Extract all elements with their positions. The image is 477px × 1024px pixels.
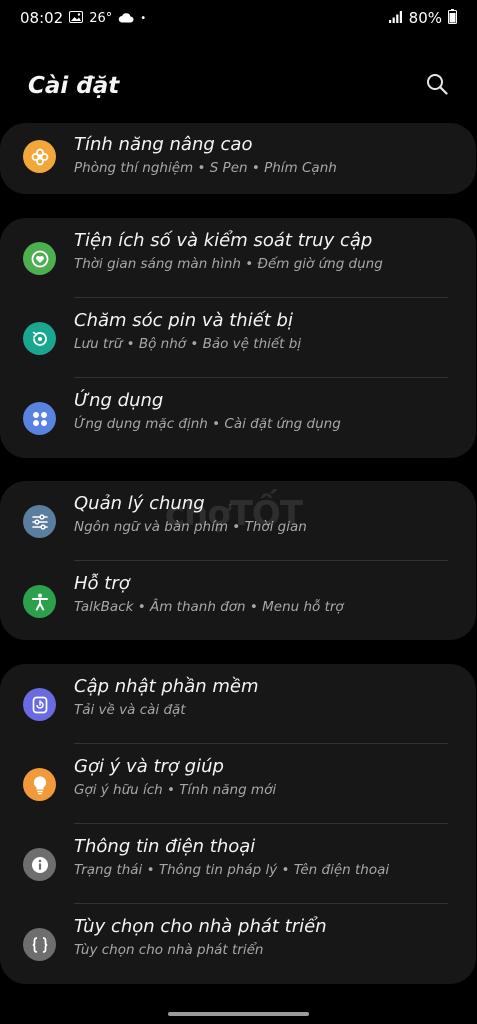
settings-item-tips-help[interactable]: Gợi ý và trợ giúp Gợi ý hữu ích • Tính n… [0,744,476,824]
refresh-icon [23,322,56,355]
signal-icon [388,9,403,27]
home-indicator[interactable] [168,1012,309,1016]
accessibility-icon [23,585,56,618]
settings-item-software-update[interactable]: Cập nhật phần mềm Tải về và cài đặt [0,664,476,744]
item-title: Tùy chọn cho nhà phát triển [74,916,327,937]
item-title: Thông tin điện thoại [74,836,256,857]
item-title: Hỗ trợ [74,573,130,594]
watermark: chợTỐT [165,494,303,534]
battery-percent: 80% [408,9,442,27]
item-title: Tính năng nâng cao [74,134,253,155]
item-subtitle: TalkBack • Âm thanh đơn • Menu hỗ trợ [74,599,344,615]
settings-item-accessibility[interactable]: Hỗ trợ TalkBack • Âm thanh đơn • Menu hỗ… [0,561,476,640]
battery-icon [448,8,457,28]
settings-item-about-phone[interactable]: Thông tin điện thoại Trạng thái • Thông … [0,824,476,904]
settings-item-developer-options[interactable]: Tùy chọn cho nhà phát triển Tùy chọn cho… [0,904,476,984]
item-title: Tiện ích số và kiểm soát truy cập [74,230,373,251]
search-button[interactable] [423,72,451,100]
settings-group-4: Cập nhật phần mềm Tải về và cài đặt Gợi … [0,664,476,984]
item-subtitle: Thời gian sáng màn hình • Đếm giờ ứng dụ… [74,256,383,272]
item-subtitle: Phòng thí nghiệm • S Pen • Phím Cạnh [74,160,337,176]
item-title: Gợi ý và trợ giúp [74,756,224,777]
item-title: Cập nhật phần mềm [74,676,259,697]
header: Cài đặt [0,60,477,112]
item-subtitle: Tùy chọn cho nhà phát triển [74,942,264,958]
temperature: 26° [89,10,113,26]
info-icon [23,848,56,881]
settings-item-advanced-features[interactable]: Tính năng nâng cao Phòng thí nghiệm • S … [0,123,476,194]
item-subtitle: Ứng dụng mặc định • Cài đặt ứng dụng [74,416,341,432]
clock: 08:02 [20,9,64,27]
search-icon [426,73,448,99]
settings-item-apps[interactable]: Ứng dụng Ứng dụng mặc định • Cài đặt ứng… [0,378,476,458]
item-title: Chăm sóc pin và thiết bị [74,310,293,331]
item-subtitle: Trạng thái • Thông tin pháp lý • Tên điệ… [74,862,390,878]
settings-group-2: Tiện ích số và kiểm soát truy cập Thời g… [0,218,476,458]
item-title: Ứng dụng [74,390,164,411]
braces-icon [23,928,56,961]
settings-item-digital-wellbeing[interactable]: Tiện ích số và kiểm soát truy cập Thời g… [0,218,476,298]
notification-dot: • [140,12,147,24]
heart-icon [23,242,56,275]
cloud-icon [118,9,134,27]
lightbulb-icon [23,768,56,801]
item-subtitle: Tải về và cài đặt [74,702,186,718]
update-icon [23,688,56,721]
settings-item-battery-device-care[interactable]: Chăm sóc pin và thiết bị Lưu trữ • Bộ nh… [0,298,476,378]
sliders-icon [23,505,56,538]
page-title: Cài đặt [28,73,120,99]
apps-icon [23,402,56,435]
settings-group-1: Tính năng nâng cao Phòng thí nghiệm • S … [0,123,476,194]
flower-icon [23,140,56,173]
image-icon [69,9,84,27]
status-bar: 08:02 26° • 80% [0,0,477,36]
item-subtitle: Gợi ý hữu ích • Tính năng mới [74,782,277,798]
item-subtitle: Lưu trữ • Bộ nhớ • Bảo vệ thiết bị [74,336,302,352]
